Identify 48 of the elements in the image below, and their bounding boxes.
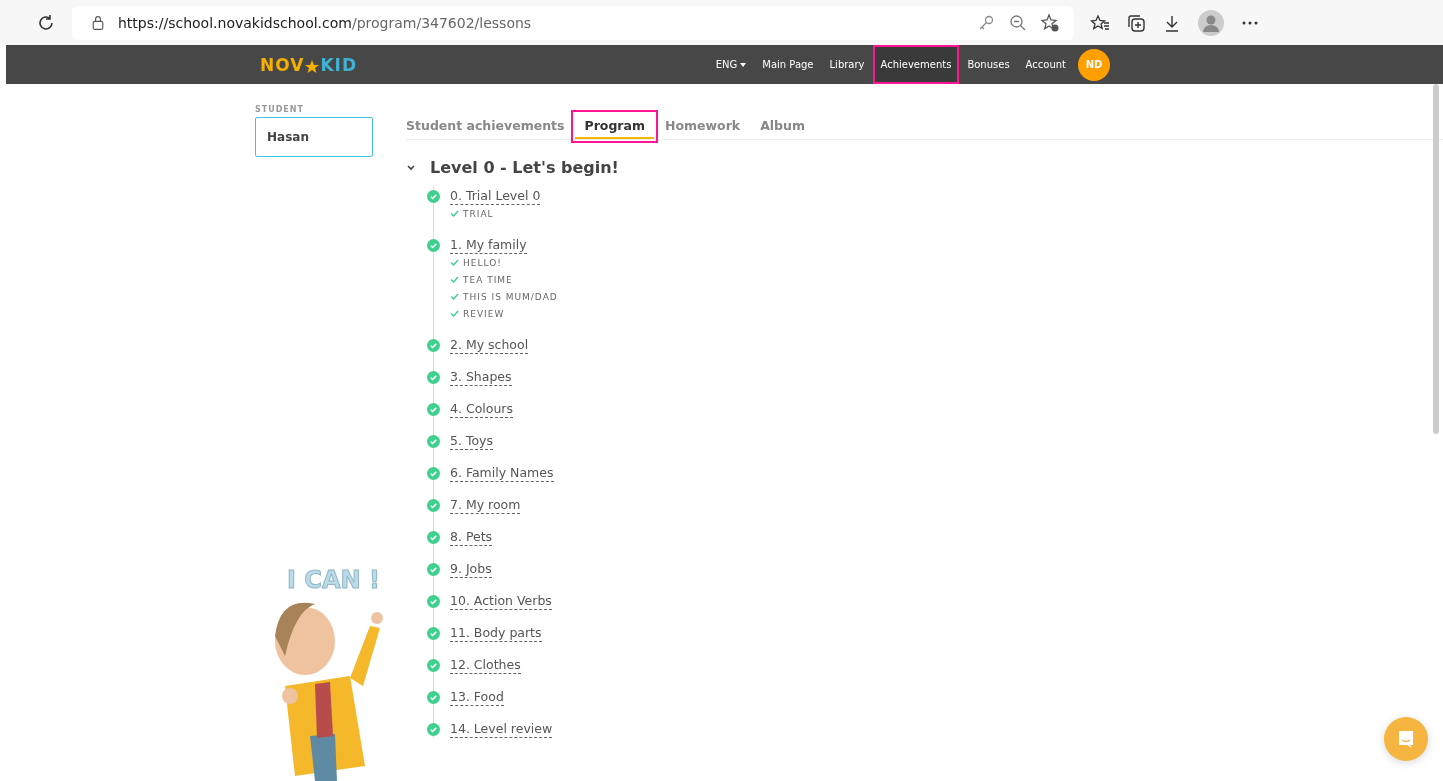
lesson-link[interactable]: 5. Toys — [450, 432, 493, 450]
lesson-link[interactable]: 8. Pets — [450, 528, 493, 546]
tab[interactable]: Homework — [656, 114, 750, 139]
nav-link[interactable]: Bonuses — [959, 45, 1018, 84]
lesson-link[interactable]: 7. My room — [450, 496, 521, 514]
level-title: Level 0 - Let's begin! — [430, 158, 619, 177]
url-text: https://school.novakidschool.com/program/347602/lessons — [118, 14, 532, 31]
nav-link[interactable]: Main Page — [754, 45, 822, 84]
nav-link[interactable]: Achievements — [872, 45, 960, 84]
lock-icon — [90, 14, 106, 31]
lesson-link[interactable]: 9. Jobs — [450, 560, 492, 578]
chat-icon — [1396, 729, 1416, 749]
student-label: STUDENT — [255, 105, 305, 114]
lesson-link[interactable]: 14. Level review — [450, 720, 553, 738]
language-dropdown[interactable]: ENG — [707, 45, 755, 84]
nav-link[interactable]: Account — [1017, 45, 1074, 84]
scrollbar[interactable] — [1433, 84, 1439, 434]
reload-icon[interactable] — [36, 12, 56, 33]
lesson-link[interactable]: 11. Body parts — [450, 624, 542, 642]
collections-icon[interactable] — [1126, 12, 1146, 33]
lesson-link[interactable]: 0. Trial Level 0 — [450, 187, 541, 205]
caret-icon — [740, 62, 747, 67]
cartoon-boy-drawing: I CAN ! — [255, 566, 390, 781]
chevron-icon[interactable] — [406, 162, 416, 173]
add-favorite-icon[interactable] — [1040, 12, 1060, 33]
favorites-icon[interactable] — [1090, 12, 1110, 33]
tab[interactable]: Album — [751, 114, 814, 139]
lesson-link[interactable]: 3. Shapes — [450, 368, 512, 386]
star-icon — [304, 58, 321, 75]
zoom-out-icon[interactable] — [1008, 12, 1028, 33]
address-bar[interactable]: https://school.novakidschool.com/program/347602/lessons — [72, 5, 1074, 40]
step-label: TEA TIME — [463, 274, 513, 285]
tab[interactable]: Student achievements — [406, 114, 574, 139]
lesson-link[interactable]: 13. Food — [450, 688, 504, 706]
student-selector[interactable]: Hasan — [255, 117, 373, 157]
lesson-link[interactable]: 6. Family Names — [450, 464, 554, 482]
step-label: THIS IS MUM/DAD — [463, 291, 558, 302]
step-label: REVIEW — [463, 308, 505, 319]
lesson-link[interactable]: 2. My school — [450, 336, 529, 354]
lesson-link[interactable]: 1. My family — [450, 236, 527, 254]
nav-link[interactable]: Library — [821, 45, 873, 84]
logo[interactable]: NOV KID — [260, 54, 357, 75]
lesson-link[interactable]: 4. Colours — [450, 400, 513, 418]
profile-icon[interactable] — [1198, 9, 1224, 36]
step-label: TRIAL — [463, 208, 494, 219]
lesson-link[interactable]: 10. Action Verbs — [450, 592, 552, 610]
step-label: HELLO! — [463, 257, 502, 268]
lesson-link[interactable]: 12. Clothes — [450, 656, 521, 674]
